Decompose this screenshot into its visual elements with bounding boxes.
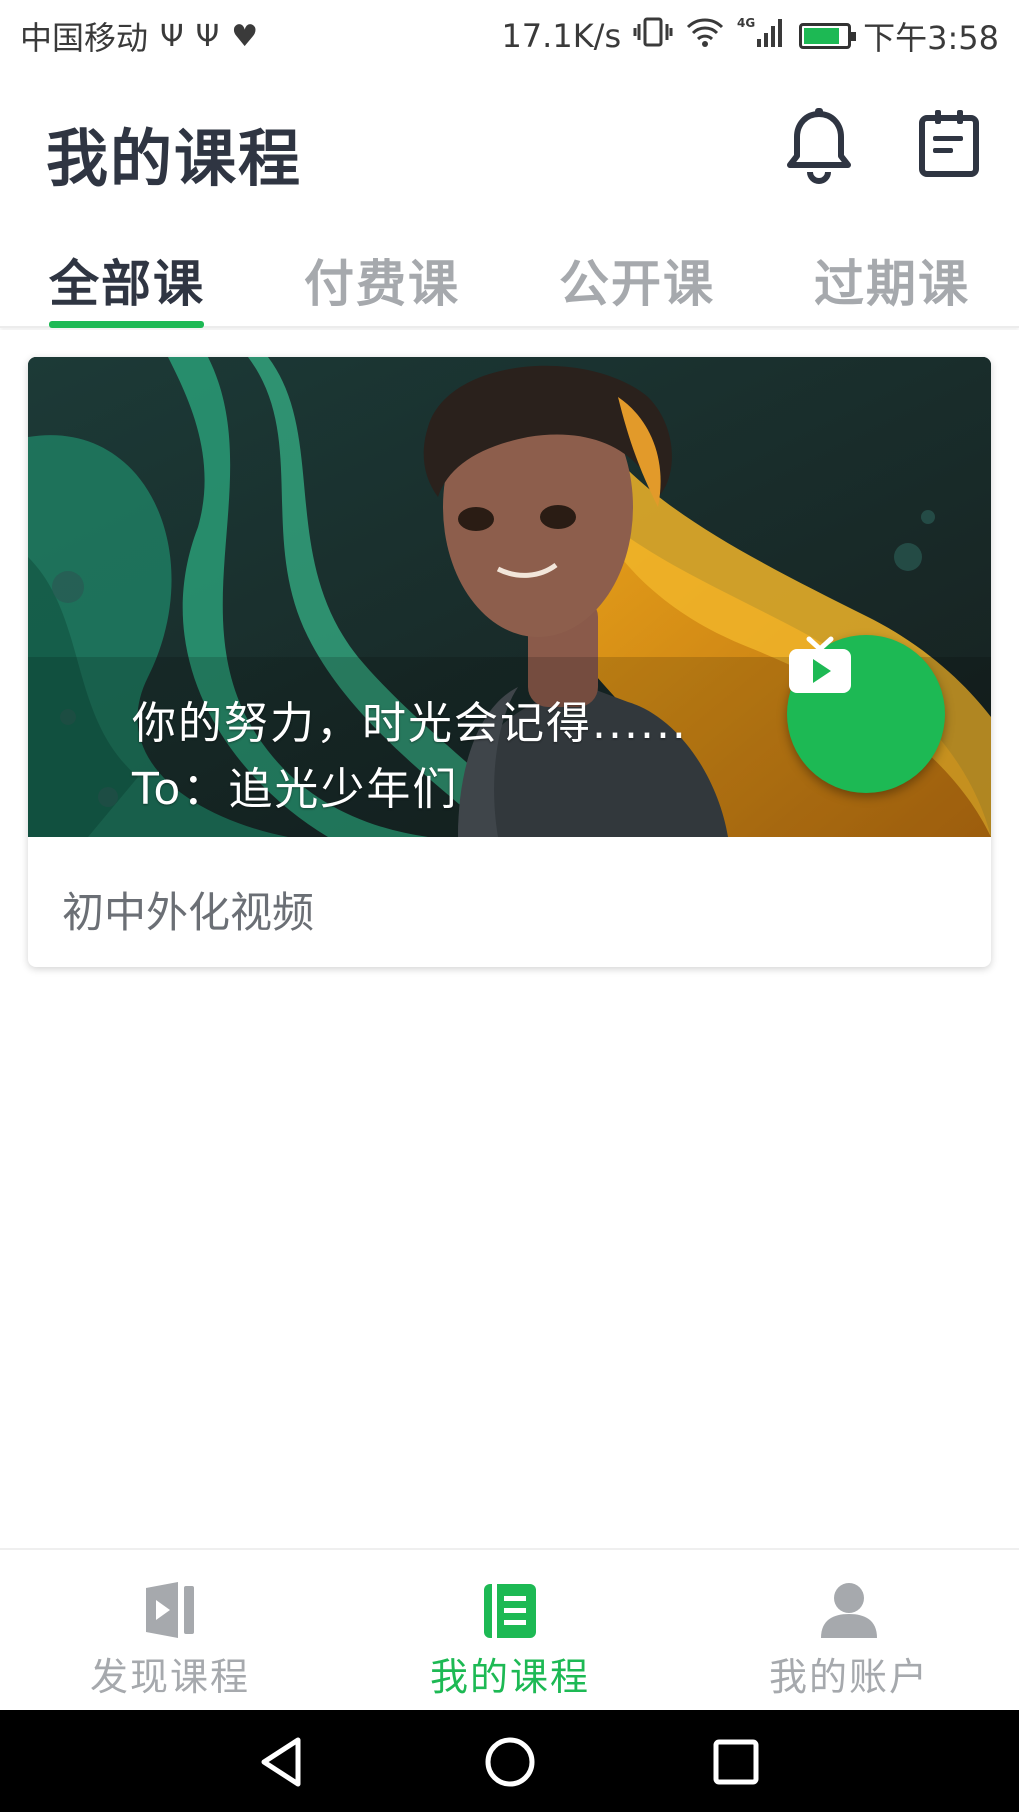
back-icon[interactable]: [254, 1732, 314, 1792]
bell-icon[interactable]: [783, 108, 855, 184]
net-speed: 17.1K/s: [501, 17, 622, 55]
video-course-badge[interactable]: [787, 635, 945, 793]
nav-label: 我的账户: [768, 1655, 929, 1699]
tab-all[interactable]: 全部课: [49, 244, 205, 316]
carrier-label: 中国移动: [20, 19, 149, 57]
battery-level: [804, 28, 839, 44]
tab-public[interactable]: 公开课: [559, 244, 715, 316]
course-filter-tabs: 全部课 付费课 公开课 过期课: [0, 222, 1019, 328]
video-book-icon: [140, 1580, 200, 1640]
course-list: 你的努力，时光会记得...... To：追光少年们 初中外化视频: [0, 330, 1019, 1548]
wifi-icon: [685, 16, 725, 56]
tab-paid[interactable]: 付费课: [304, 244, 460, 316]
bottom-navigation: 发现课程 我的课程 我的账户: [0, 1548, 1019, 1710]
heart-rate-icon: ♥: [231, 18, 259, 54]
nav-label: 发现课程: [89, 1655, 250, 1699]
app-header: 我的课程: [0, 72, 1019, 222]
home-icon[interactable]: [480, 1732, 540, 1792]
nav-my-courses[interactable]: 我的课程: [340, 1550, 680, 1712]
signal-icon: 4G: [737, 15, 787, 57]
course-cover-image: 你的努力，时光会记得...... To：追光少年们: [28, 357, 991, 837]
usb-icon: Ψ: [160, 18, 184, 54]
nav-label: 我的课程: [429, 1655, 590, 1699]
tab-expired[interactable]: 过期课: [814, 244, 970, 316]
clock: 下午3:58: [863, 19, 999, 57]
active-tab-indicator: [49, 321, 204, 328]
cover-caption-line1: 你的努力，时光会记得......: [132, 698, 688, 749]
course-card[interactable]: 你的努力，时光会记得...... To：追光少年们 初中外化视频: [28, 357, 991, 967]
system-navigation-bar: [0, 1710, 1019, 1812]
notes-icon[interactable]: [917, 108, 989, 184]
cover-caption-line2: To：追光少年们: [132, 764, 459, 815]
page-title: 我的课程: [46, 122, 303, 195]
status-bar-left: 中国移动 Ψ Ψ ♥: [20, 13, 258, 59]
battery-icon: [799, 23, 857, 49]
usb-icon: Ψ: [195, 18, 220, 54]
nav-my-account[interactable]: 我的账户: [679, 1550, 1019, 1712]
user-icon: [819, 1580, 879, 1640]
status-bar: 中国移动 Ψ Ψ ♥ 17.1K/s 4G 下午3:58: [0, 0, 1019, 72]
notebook-icon: [480, 1580, 540, 1640]
course-title: 初中外化视频: [62, 888, 315, 937]
svg-text:4G: 4G: [737, 16, 755, 30]
vibrate-icon: [633, 16, 673, 56]
nav-discover-courses[interactable]: 发现课程: [0, 1550, 340, 1712]
recents-icon[interactable]: [706, 1732, 766, 1792]
status-bar-right: 17.1K/s 4G 下午3:58: [501, 13, 999, 59]
